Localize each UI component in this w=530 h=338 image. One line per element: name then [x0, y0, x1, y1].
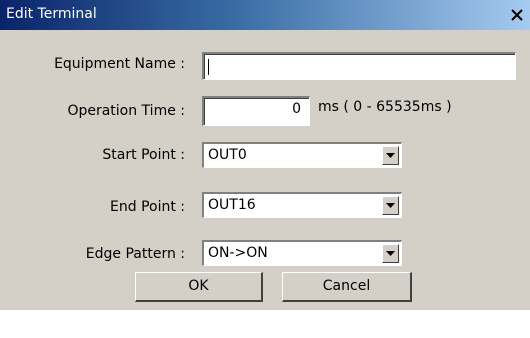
chevron-down-icon: [386, 203, 395, 208]
text-caret: [208, 59, 209, 75]
end-point-select[interactable]: OUT16: [202, 192, 402, 218]
start-point-select[interactable]: OUT0: [202, 142, 402, 168]
close-icon: [511, 9, 523, 21]
start-point-label: Start Point :: [102, 147, 185, 163]
chevron-down-icon: [386, 251, 395, 256]
edge-pattern-dropdown-button[interactable]: [382, 244, 399, 263]
equipment-name-input[interactable]: [202, 52, 516, 80]
chevron-down-icon: [386, 153, 395, 158]
cancel-button[interactable]: Cancel: [282, 272, 412, 302]
edge-pattern-select[interactable]: ON->ON: [202, 240, 402, 266]
edge-pattern-label: Edge Pattern :: [85, 246, 185, 262]
operation-time-label: Operation Time :: [67, 103, 185, 119]
end-point-label: End Point :: [110, 199, 185, 215]
operation-time-unit: ms ( 0 - 65535ms ): [318, 99, 452, 115]
start-point-value: OUT0: [208, 147, 247, 163]
operation-time-input[interactable]: 0: [202, 96, 310, 126]
end-point-dropdown-button[interactable]: [382, 196, 399, 215]
equipment-name-label: Equipment Name :: [54, 56, 185, 72]
operation-time-value: 0: [292, 101, 301, 117]
close-button[interactable]: [506, 5, 528, 25]
end-point-value: OUT16: [208, 197, 256, 213]
edge-pattern-value: ON->ON: [208, 245, 268, 261]
edit-terminal-dialog: Edit Terminal Equipment Name : Operation…: [0, 0, 530, 310]
window-title: Edit Terminal: [6, 6, 97, 22]
title-bar[interactable]: Edit Terminal: [0, 0, 530, 30]
ok-button[interactable]: OK: [135, 272, 263, 302]
start-point-dropdown-button[interactable]: [382, 146, 399, 165]
